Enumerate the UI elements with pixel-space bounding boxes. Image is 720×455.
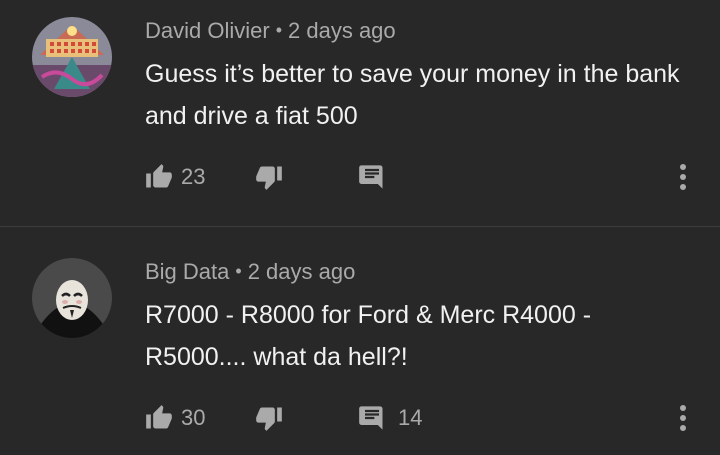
comment-meta: Big Data • 2 days ago [145, 259, 355, 285]
avatar[interactable] [32, 258, 112, 338]
comment-item: David Olivier • 2 days ago Guess it’s bett… [0, 0, 720, 226]
more-vertical-icon [680, 164, 686, 170]
thumb-up-icon [146, 164, 172, 188]
separator-dot: • [275, 20, 283, 40]
comment-meta: David Olivier • 2 days ago [145, 18, 396, 44]
comment-thread: David Olivier • 2 days ago Guess it’s bett… [0, 0, 720, 455]
thumb-down-icon [256, 407, 282, 431]
reply-button[interactable] [358, 163, 398, 191]
reply-comment-icon [359, 165, 383, 189]
like-count: 23 [181, 164, 206, 189]
comment-actions: 23 [145, 160, 398, 194]
comment-actions: 30 14 [145, 401, 422, 435]
like-count: 30 [181, 405, 206, 430]
comment-item: Big Data • 2 days ago R7000 - R8000 for Fo… [0, 226, 720, 455]
more-options-button[interactable] [671, 401, 695, 435]
more-options-button[interactable] [671, 160, 695, 194]
like-button[interactable]: 23 [145, 163, 255, 191]
thumb-down-icon [256, 166, 282, 190]
thumb-up-icon [146, 405, 172, 429]
dislike-button[interactable] [255, 163, 358, 191]
more-dot [680, 184, 686, 190]
author-name[interactable]: Big Data [145, 259, 229, 284]
reply-comment-icon [359, 406, 383, 430]
comment-time[interactable]: 2 days ago [288, 18, 396, 43]
more-dot [680, 174, 686, 180]
comment-text: R7000 - R8000 for Ford & Merc R4000 - R5… [145, 301, 592, 371]
dislike-button[interactable] [255, 404, 358, 432]
comment-time[interactable]: 2 days ago [248, 259, 356, 284]
more-dot [680, 425, 686, 431]
separator-dot: • [235, 261, 242, 281]
avatar[interactable] [32, 17, 112, 97]
reply-button[interactable]: 14 [358, 404, 422, 432]
comment-text: Guess it’s better to save your money in … [145, 60, 680, 130]
reply-count: 14 [398, 405, 423, 430]
author-name[interactable]: David Olivier [145, 18, 270, 43]
more-dot [680, 415, 686, 421]
like-button[interactable]: 30 [145, 404, 255, 432]
more-vertical-icon [680, 405, 686, 411]
